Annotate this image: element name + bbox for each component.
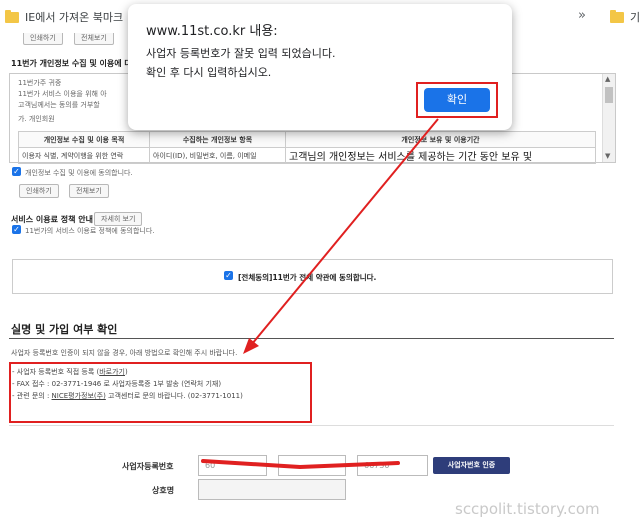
bookmarks-overflow-icon[interactable]: » [578,8,586,23]
privacy-agree-label: 개인정보 수집 및 이용에 동의합니다. [25,169,133,177]
folder-icon [610,9,624,23]
policy-detail-button[interactable]: 자세히 보기 [94,212,143,226]
terms-scrollbar[interactable]: ▲ ▼ [602,74,615,162]
table-header: 수집하는 개인정보 항목 [149,131,286,148]
agree-all-box: ✓ [전체동의]11번가 전체 약관에 동의합니다. [12,259,613,294]
policy-agree-checkbox[interactable]: ✓ [12,225,21,234]
agree-all-checkbox[interactable]: ✓ [224,271,233,280]
verify-section-title: 실명 및 가입 여부 확인 [11,323,118,336]
privacy-terms-title: 11번가 개인정보 수집 및 이용에 대 [11,59,132,68]
dialog-message: 사업자 등록번호가 잘못 입력 되었습니다. [146,47,336,60]
print-button-top[interactable]: 인쇄하기 [23,33,63,45]
bizno-input-1[interactable]: 60 [198,455,267,476]
agree-all-label[interactable]: [전체동의]11번가 전체 약관에 동의합니다. [238,272,376,283]
table-header: 개인정보 보유 및 이용기간 [285,131,596,148]
method-direct-prefix: - 사업자 등록번호 직접 등록 ( [12,368,100,376]
table-cell: 아이디(ID), 비밀번호, 이름, 이메일 [149,147,286,164]
company-name-field [198,479,346,500]
bizno-label: 사업자등록번호 [122,462,174,471]
method-inquiry-suffix: 고객센터로 문의 바랍니다. (02-3771-1011) [105,392,243,400]
company-label: 상호명 [152,486,175,495]
table-header: 개인정보 수집 및 이용 목적 [18,131,150,148]
bookmark-folder-2[interactable]: 기 [610,9,640,25]
scroll-thumb[interactable] [605,87,613,103]
table-cell: 이용자 식별, 계약이행을 위한 연락 [18,147,150,164]
dialog-message-2: 확인 후 다시 입력하십시오. [146,66,272,79]
section-divider [9,425,614,426]
method-inquiry: - 관련 문의 : NICE평가정보(주) 고객센터로 문의 바랍니다. (02… [12,391,243,401]
table-cell: 고객님의 개인정보는 서비스를 제공하는 기간 동안 보유 및 [285,147,596,164]
bookmark-folder-label: IE에서 가져온 북마크 [25,11,124,24]
view-all-button-top[interactable]: 전체보기 [74,33,114,45]
bookmark-folder-label: 기 [630,11,640,24]
scroll-up-icon[interactable]: ▲ [605,75,610,83]
terms-line: 고객님께서는 동의를 거부할 [18,101,100,109]
bizno-input-2[interactable] [278,455,346,476]
privacy-info-table: 개인정보 수집 및 이용 목적 수집하는 개인정보 항목 개인정보 보유 및 이… [18,131,596,164]
section-rule [9,338,614,339]
scroll-down-icon[interactable]: ▼ [605,152,610,160]
terms-line: 11번가 서비스 이용을 위해 아 [18,90,107,98]
nice-link[interactable]: NICE평가정보(주) [52,392,106,400]
method-direct: - 사업자 등록번호 직접 등록 (바로가기) [12,367,128,377]
bizno-input-3[interactable]: 66730 [357,455,428,476]
policy-agree-label: 11번가의 서비스 이용료 정책에 동의합니다. [25,227,155,235]
policy-title: 서비스 이용료 정책 안내 [11,215,93,224]
bookmark-folder-ie[interactable]: IE에서 가져온 북마크 [5,9,123,25]
terms-line: 가. 개인회원 [18,115,55,123]
method-inquiry-prefix: - 관련 문의 : [12,392,52,400]
bizno-verify-button[interactable]: 사업자번호 인증 [433,457,510,474]
direct-register-link[interactable]: 바로가기 [99,368,125,376]
method-fax: - FAX 접수 : 02-3771-1946 로 사업자등록증 1부 발송 (… [12,380,222,388]
terms-line: 11번가주 귀중 [18,79,62,87]
print-button[interactable]: 인쇄하기 [19,184,59,198]
privacy-agree-checkbox[interactable]: ✓ [12,167,21,176]
method-direct-suffix: ) [125,368,128,376]
dialog-title: www.11st.co.kr 내용: [146,24,278,39]
dialog-ok-button[interactable]: 확인 [424,88,490,112]
watermark: sccpolit.tistory.com [455,500,600,518]
folder-icon [5,9,19,23]
view-all-button[interactable]: 전체보기 [69,184,109,198]
alert-dialog: www.11st.co.kr 내용: 사업자 등록번호가 잘못 입력 되었습니다… [128,4,512,130]
verify-notice: 사업자 등록번호 인증이 되지 않을 경우, 아래 방법으로 확인해 주시 바랍… [11,349,238,357]
